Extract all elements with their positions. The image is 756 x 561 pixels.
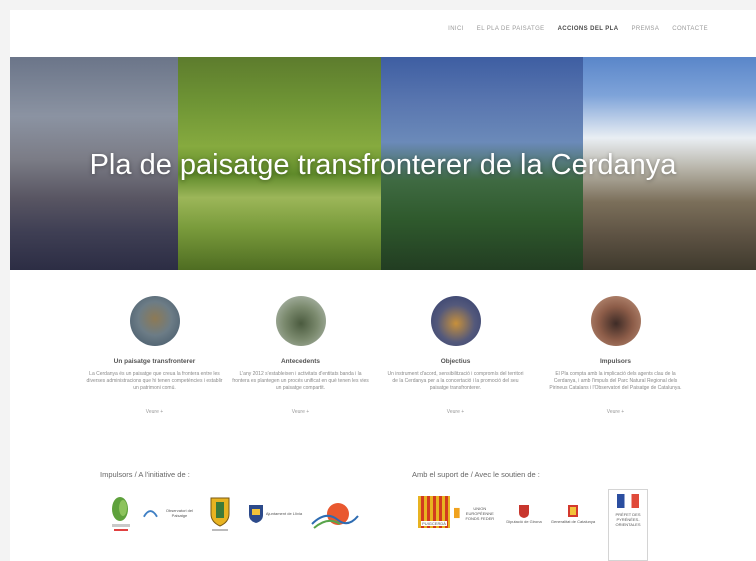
nav-item-el-pla-de-paisatge[interactable]: EL PLA DE PAISATGE (477, 26, 545, 32)
feature-image-meeting (590, 296, 641, 346)
feature-card: Objectius Un instrument d'acord, sensibi… (378, 282, 533, 415)
feature-more-link[interactable]: Veure + (378, 409, 533, 415)
french-flag-icon (617, 494, 639, 508)
feature-image-landscape (129, 296, 180, 346)
feature-title: Antecedents (280, 358, 320, 365)
diputacio-girona-logo[interactable]: Diputació de Girona (504, 496, 544, 530)
nav-item-accions-del-pla[interactable]: ACCIONS DEL PLA (558, 26, 619, 32)
girona-label: Diputació de Girona (506, 518, 542, 524)
nav-item-premsa[interactable]: PREMSA (631, 26, 659, 32)
prefet-label: PRÉFET DES PYRÉNÉES-ORIENTALES (615, 512, 641, 527)
nav-item-contacte[interactable]: CONTACTE (672, 26, 708, 32)
feature-title: Objectius (440, 358, 471, 365)
feature-card: Un paisatge transfronterer La Cerdanya é… (77, 282, 232, 415)
feature-text: L'any 2012 s'estableixen i activitats d'… (232, 371, 369, 391)
generalitat-label: Generalitat de Catalunya (550, 518, 596, 524)
hero-title: Pla de paisatge transfronterer de la Cer… (89, 149, 677, 181)
feature-card: Antecedents L'any 2012 s'estableixen i a… (223, 282, 378, 415)
feature-text: La Cerdanya és un paisatge que creua la … (86, 371, 223, 391)
puigcerda-label: PUIGCERDÀ (421, 520, 447, 526)
feature-title: Un paisatge transfronterer (113, 358, 196, 365)
catalan-stripes-logo[interactable]: PUIGCERDÀ (418, 496, 450, 528)
features-section: Un paisatge transfronterer La Cerdanya é… (10, 282, 756, 462)
feature-text: El Pla compta amb la implicació dels age… (549, 371, 682, 391)
observatori-paisatge-logo[interactable]: Observatori del Paisatge (142, 502, 200, 524)
republique-francaise-logo[interactable]: PRÉFET DES PYRÉNÉES-ORIENTALES (608, 489, 648, 561)
nav-item-inici[interactable]: INICI (448, 26, 464, 32)
coat-of-arms-logo[interactable] (203, 492, 237, 534)
feature-card: Impulsors El Pla compta amb la implicaci… (538, 282, 693, 415)
page: INICI EL PLA DE PAISATGE ACCIONS DEL PLA… (10, 10, 756, 561)
union-europeenne-logo[interactable]: UNION EUROPÉENNE FONDS FEDER (454, 500, 500, 526)
consell-comarcal-logo[interactable]: Ajuntament de Llívia (243, 500, 305, 526)
observatori-logo-label: Observatori del Paisatge (165, 508, 193, 518)
feature-image-village (275, 296, 326, 346)
feature-more-link[interactable]: Veure + (223, 409, 378, 415)
feder-label: UNION EUROPÉENNE FONDS FEDER (465, 505, 495, 521)
feature-more-link[interactable]: Veure + (77, 409, 232, 415)
green-leaf-logo[interactable] (106, 492, 136, 534)
sponsors-section: Impulsors / A l'initiative de : Amb el s… (10, 462, 756, 561)
nav-menu: INICI EL PLA DE PAISATGE ACCIONS DEL PLA… (448, 26, 708, 32)
feature-image-valley (430, 296, 481, 346)
feature-text: Un instrument d'acord, sensibilització i… (387, 371, 524, 391)
hero-banner: Pla de paisatge transfronterer de la Cer… (10, 57, 756, 270)
parc-pyrenees-logo[interactable] (308, 494, 360, 532)
initiative-heading: Impulsors / A l'initiative de : (100, 470, 190, 479)
top-nav: INICI EL PLA DE PAISATGE ACCIONS DEL PLA… (10, 10, 756, 56)
generalitat-logo[interactable]: Generalitat de Catalunya (548, 496, 598, 530)
consell-logo-label: Ajuntament de Llívia (265, 510, 303, 516)
feature-title: Impulsors (599, 358, 632, 365)
feature-more-link[interactable]: Veure + (538, 409, 693, 415)
support-heading: Amb el suport de / Avec le soutien de : (412, 470, 540, 479)
